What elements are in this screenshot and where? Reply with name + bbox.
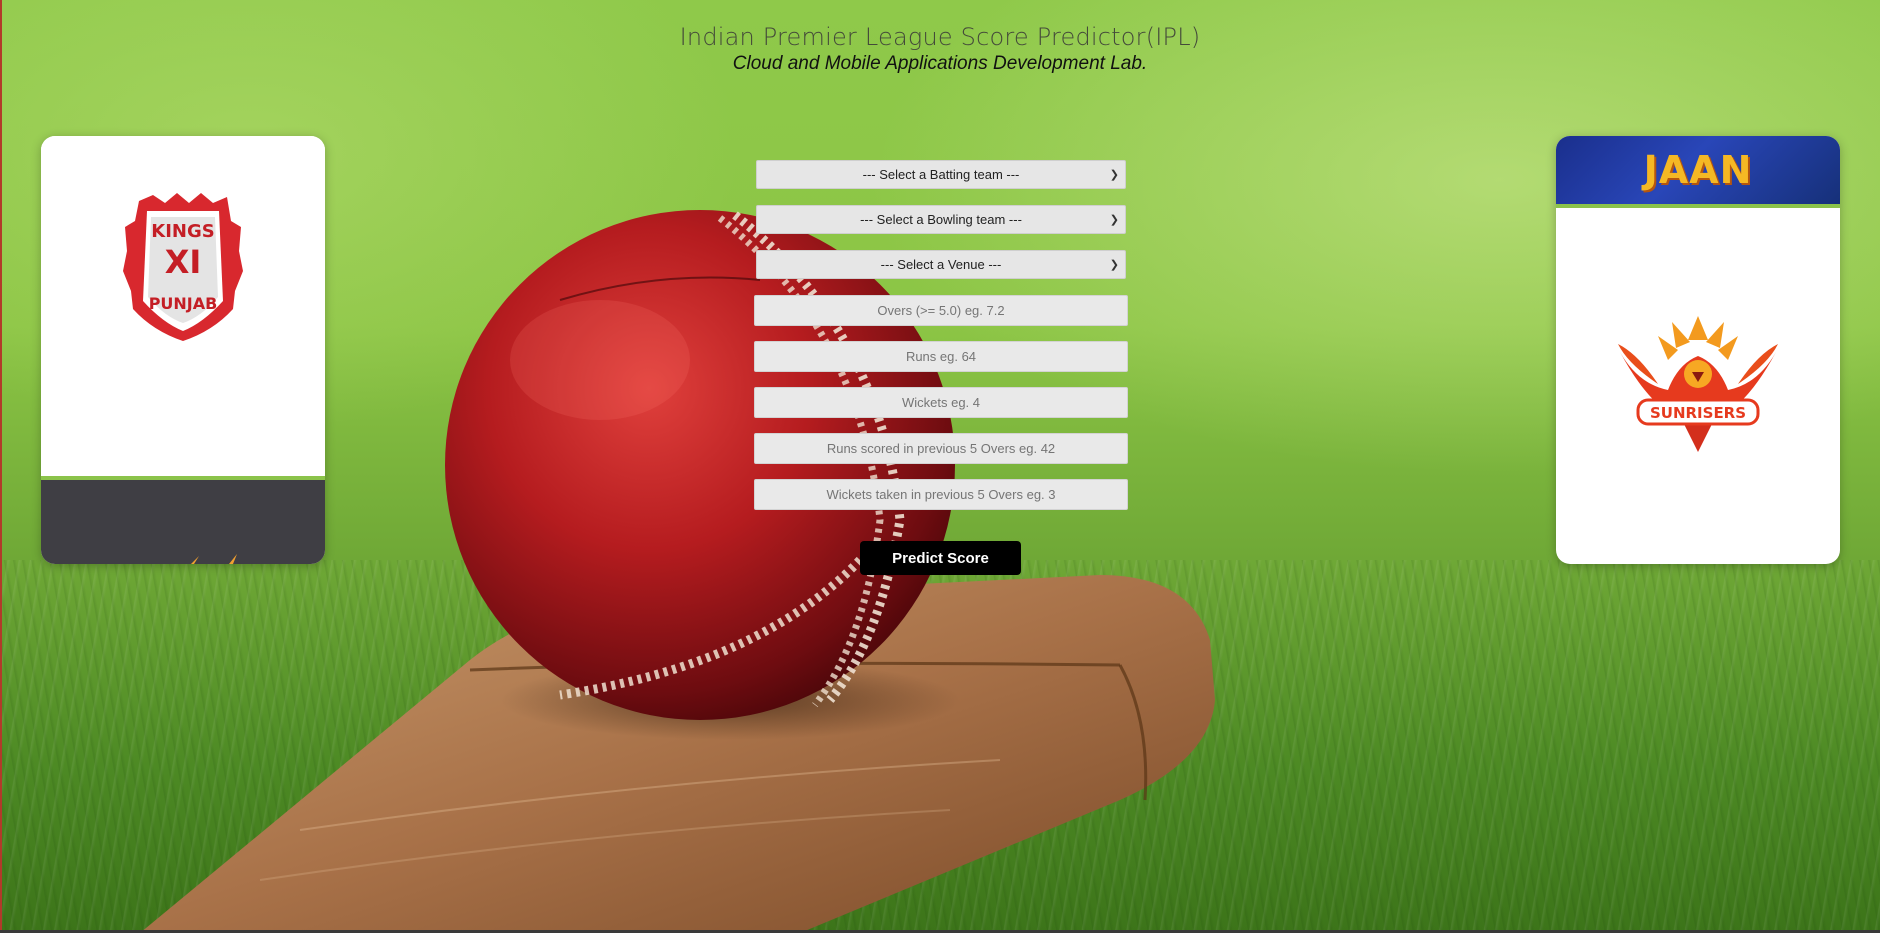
- venue-select[interactable]: --- Select a Venue --- ❯: [756, 250, 1126, 279]
- batting-team-select-value: --- Select a Batting team ---: [862, 167, 1020, 182]
- page: Indian Premier League Score Predictor(IP…: [0, 0, 1880, 933]
- bowling-team-select-value: --- Select a Bowling team ---: [860, 212, 1022, 227]
- logo-text-xi: XI: [165, 243, 202, 281]
- page-title: Indian Premier League Score Predictor(IP…: [679, 23, 1201, 51]
- bowling-team-select[interactable]: --- Select a Bowling team --- ❯: [756, 205, 1126, 234]
- runs-input[interactable]: Runs eg. 64: [754, 341, 1128, 372]
- card-banner: JAAN: [1556, 136, 1840, 204]
- runs-input-placeholder: Runs eg. 64: [905, 349, 977, 364]
- spark-icon: [191, 554, 237, 564]
- card-logo-area: KINGS XI PUNJAB: [41, 136, 325, 476]
- runs-last5-input[interactable]: Runs scored in previous 5 Overs eg. 42: [754, 433, 1128, 464]
- prediction-form: --- Select a Batting team --- ❯ --- Sele…: [754, 160, 1128, 525]
- chevron-down-icon: ❯: [1109, 214, 1119, 226]
- runs-last5-input-placeholder: Runs scored in previous 5 Overs eg. 42: [826, 441, 1056, 456]
- wickets-last5-input[interactable]: Wickets taken in previous 5 Overs eg. 3: [754, 479, 1128, 510]
- logo-text-kings: KINGS: [151, 221, 214, 242]
- kings-xi-punjab-logo: KINGS XI PUNJAB: [123, 193, 243, 341]
- chevron-down-icon: ❯: [1109, 259, 1119, 271]
- logo-text-punjab: PUNJAB: [149, 294, 218, 313]
- banner-text: JAAN: [1643, 148, 1753, 192]
- sunrisers-logo-text: SUNRISERS: [1650, 404, 1746, 422]
- header: Indian Premier League Score Predictor(IP…: [0, 22, 1880, 76]
- venue-select-value: --- Select a Venue ---: [880, 257, 1002, 272]
- predict-score-button[interactable]: Predict Score: [860, 541, 1021, 575]
- batting-team-select[interactable]: --- Select a Batting team --- ❯: [756, 160, 1126, 189]
- wickets-input[interactable]: Wickets eg. 4: [754, 387, 1128, 418]
- overs-input[interactable]: Overs (>= 5.0) eg. 7.2: [754, 295, 1128, 326]
- chevron-down-icon: ❯: [1109, 169, 1119, 181]
- left-border: [0, 0, 2, 933]
- wickets-input-placeholder: Wickets eg. 4: [901, 395, 981, 410]
- wickets-last5-input-placeholder: Wickets taken in previous 5 Overs eg. 3: [826, 487, 1056, 502]
- card-footer-band: [41, 480, 325, 564]
- batting-team-card: KINGS XI PUNJAB: [41, 136, 325, 564]
- overs-input-placeholder: Overs (>= 5.0) eg. 7.2: [877, 303, 1005, 318]
- bowling-team-card: JAAN SUNRISERS: [1556, 136, 1840, 564]
- sunrisers-logo: SUNRISERS: [1618, 316, 1778, 452]
- page-subtitle: Cloud and Mobile Applications Developmen…: [732, 53, 1148, 74]
